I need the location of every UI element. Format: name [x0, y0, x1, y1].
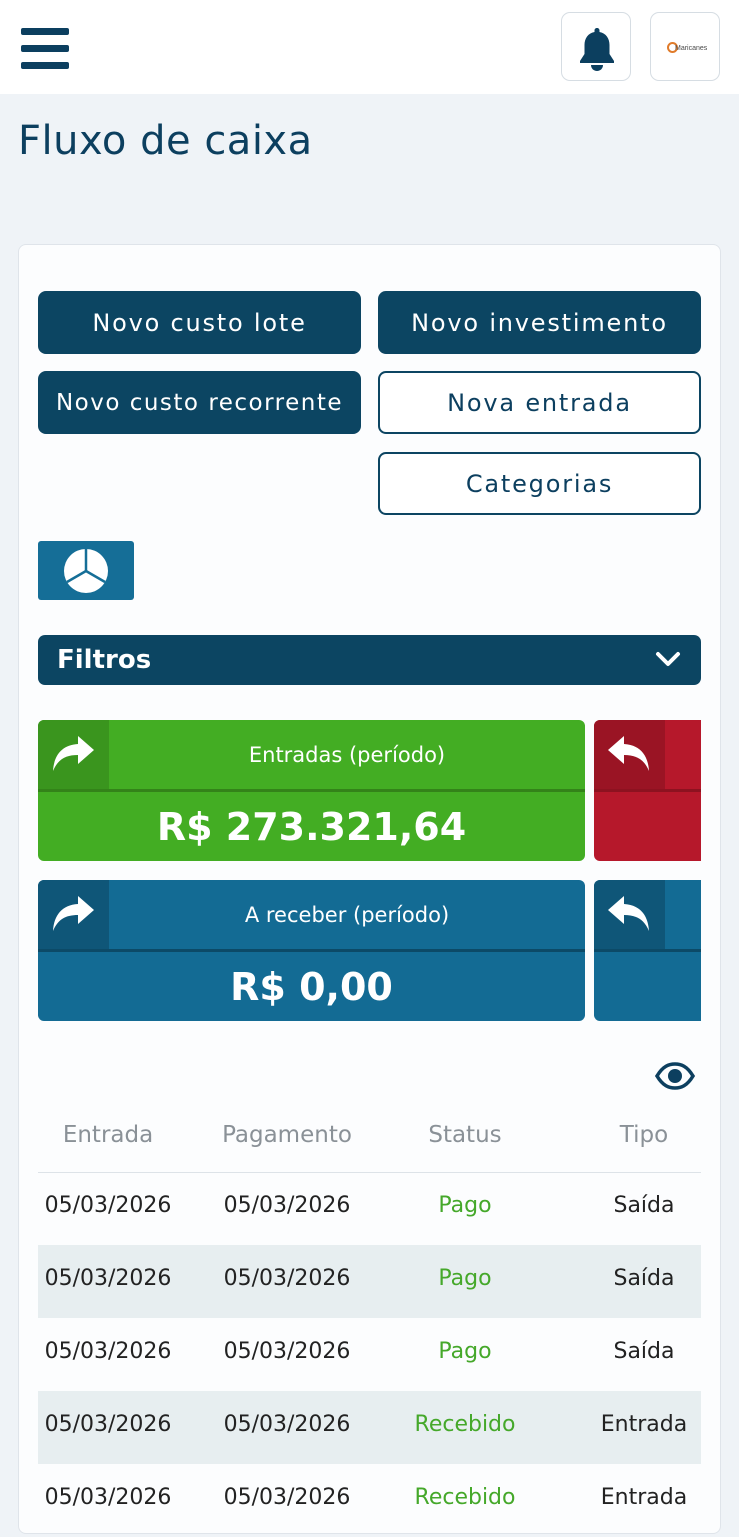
- stat-card-entradas: Entradas (período) R$ 273.321,64: [38, 720, 585, 861]
- cell-entrada: 05/03/2026: [44, 1412, 172, 1437]
- column-header-pagamento[interactable]: Pagamento: [198, 1122, 376, 1148]
- table-header: Entrada Pagamento Status Tipo: [38, 1110, 701, 1173]
- table-row[interactable]: 05/03/2026 05/03/2026 Pago Saída: [38, 1245, 701, 1318]
- categorias-button[interactable]: Categorias: [378, 452, 701, 515]
- filters-toggle[interactable]: Filtros: [38, 635, 701, 685]
- column-header-status[interactable]: Status: [376, 1122, 554, 1148]
- cell-tipo: Entrada: [600, 1485, 688, 1510]
- share-forward-icon-cell: [38, 720, 109, 789]
- novo-custo-recorrente-button[interactable]: Novo custo recorrente: [38, 371, 361, 434]
- company-logo-text: Maricanes: [675, 45, 708, 52]
- company-logo-button[interactable]: Maricanes: [650, 12, 720, 81]
- stat-value: [594, 952, 701, 1021]
- chart-view-button[interactable]: [38, 541, 134, 600]
- share-back-icon: [608, 896, 649, 931]
- stats-carousel[interactable]: Entradas (período) R$ 273.321,64 A receb…: [38, 720, 701, 1022]
- column-header-entrada[interactable]: Entrada: [19, 1122, 197, 1148]
- cell-entrada: 05/03/2026: [44, 1485, 172, 1510]
- cell-pagamento: 05/03/2026: [223, 1266, 351, 1291]
- cell-tipo: Entrada: [600, 1412, 688, 1437]
- cell-status: Pago: [438, 1339, 492, 1364]
- page-title: Fluxo de caixa: [18, 118, 313, 164]
- stat-card-a-receber: A receber (período) R$ 0,00: [38, 880, 585, 1021]
- table-row[interactable]: 05/03/2026 05/03/2026 Pago Saída: [38, 1318, 701, 1391]
- cell-pagamento: 05/03/2026: [223, 1193, 351, 1218]
- share-forward-icon: [53, 896, 94, 931]
- table-row[interactable]: 05/03/2026 05/03/2026 Recebido Entrada: [38, 1464, 701, 1537]
- stat-value: R$ 273.321,64: [156, 804, 467, 849]
- stat-value: R$ 0,00: [230, 964, 393, 1009]
- pie-chart-icon: [64, 549, 108, 593]
- cell-pagamento: 05/03/2026: [223, 1339, 351, 1364]
- cell-pagamento: 05/03/2026: [223, 1485, 351, 1510]
- novo-custo-lote-button[interactable]: Novo custo lote: [38, 291, 361, 354]
- table-row[interactable]: 05/03/2026 05/03/2026 Pago Saída: [38, 1172, 701, 1245]
- stat-value: [594, 792, 701, 861]
- stat-label: Entradas (período): [248, 742, 446, 767]
- cell-entrada: 05/03/2026: [44, 1266, 172, 1291]
- cell-status: Recebido: [414, 1485, 516, 1510]
- share-back-icon: [608, 736, 649, 771]
- eye-icon[interactable]: [655, 1062, 695, 1090]
- cell-status: Pago: [438, 1193, 492, 1218]
- cell-tipo: Saída: [613, 1266, 675, 1291]
- cell-tipo: Saída: [613, 1339, 675, 1364]
- bell-icon: [580, 28, 614, 71]
- stat-card-saidas: [594, 720, 701, 861]
- stat-label: A receber (período): [244, 902, 450, 927]
- cell-tipo: Saída: [613, 1193, 675, 1218]
- stat-card-a-pagar: [594, 880, 701, 1021]
- cell-entrada: 05/03/2026: [44, 1339, 172, 1364]
- cell-pagamento: 05/03/2026: [223, 1412, 351, 1437]
- nova-entrada-button[interactable]: Nova entrada: [378, 371, 701, 434]
- cell-status: Pago: [438, 1266, 492, 1291]
- cell-status: Recebido: [414, 1412, 516, 1437]
- share-forward-icon: [53, 736, 94, 771]
- hamburger-menu-icon[interactable]: [21, 28, 69, 70]
- notifications-button[interactable]: [561, 12, 631, 81]
- stat-label: [665, 880, 701, 949]
- stat-label: [665, 720, 701, 789]
- top-bar: Maricanes: [0, 0, 739, 94]
- column-header-tipo[interactable]: Tipo: [555, 1122, 733, 1148]
- filters-label: Filtros: [57, 645, 152, 675]
- chevron-down-icon: [656, 652, 680, 666]
- cell-entrada: 05/03/2026: [44, 1193, 172, 1218]
- novo-investimento-button[interactable]: Novo investimento: [378, 291, 701, 354]
- table-row[interactable]: 05/03/2026 05/03/2026 Recebido Entrada: [38, 1391, 701, 1464]
